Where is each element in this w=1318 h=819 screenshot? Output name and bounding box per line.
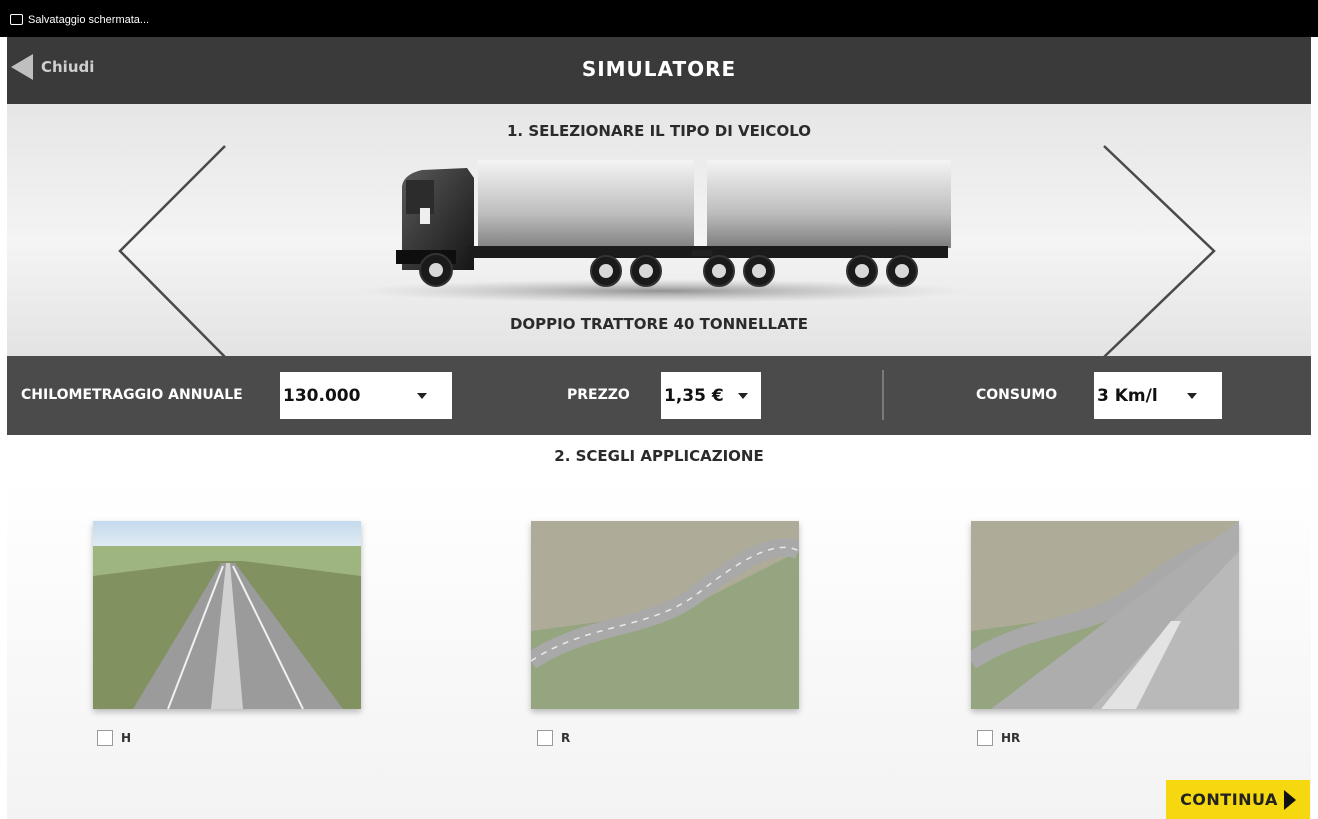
- option-h-label: H: [121, 731, 132, 745]
- checkbox-h[interactable]: [97, 730, 113, 746]
- application-options: H R HR: [7, 477, 1311, 819]
- mileage-value: 130.000: [283, 385, 361, 406]
- chevron-down-icon: [417, 393, 427, 399]
- option-hr-label: HR: [1001, 731, 1021, 745]
- price-label: PREZZO: [567, 387, 630, 403]
- continue-button[interactable]: CONTINUA: [1166, 780, 1310, 819]
- option-hr[interactable]: HR: [977, 730, 1020, 746]
- continue-label: CONTINUA: [1180, 790, 1278, 809]
- status-bar: Salvataggio schermata...: [0, 0, 1318, 37]
- application-step-title: 2. SCEGLI APPLICAZIONE: [554, 447, 764, 465]
- vehicle-step-title: 1. SELEZIONARE IL TIPO DI VEICOLO: [507, 122, 811, 140]
- option-r-label: R: [561, 731, 571, 745]
- vehicle-name: DOPPIO TRATTORE 40 TONNELLATE: [509, 315, 809, 333]
- checkbox-hr[interactable]: [977, 730, 993, 746]
- option-h[interactable]: H: [97, 730, 131, 746]
- parameters-bar: CHILOMETRAGGIO ANNUALE 130.000 PREZZO 1,…: [7, 356, 1311, 435]
- option-r[interactable]: R: [537, 730, 570, 746]
- mixed-road-image[interactable]: [971, 521, 1239, 709]
- truck-image: [362, 160, 967, 303]
- divider: [882, 370, 884, 420]
- price-value: 1,35 €: [664, 385, 724, 406]
- consumption-dropdown[interactable]: 3 Km/l: [1094, 372, 1222, 419]
- mileage-dropdown[interactable]: 130.000: [280, 372, 452, 419]
- highway-image[interactable]: [93, 521, 361, 709]
- mileage-label: CHILOMETRAGGIO ANNUALE: [21, 387, 243, 403]
- screenshot-icon: [10, 14, 23, 25]
- vehicle-selector: 1. SELEZIONARE IL TIPO DI VEICOLO DOPPIO…: [7, 104, 1311, 358]
- play-arrow-icon: [1283, 789, 1296, 810]
- chevron-down-icon: [1187, 393, 1197, 399]
- chevron-down-icon: [738, 393, 748, 399]
- page-title: SIMULATORE: [581, 57, 737, 81]
- header-bar: Chiudi SIMULATORE: [7, 37, 1311, 104]
- mountain-road-image[interactable]: [531, 521, 799, 709]
- price-dropdown[interactable]: 1,35 €: [661, 372, 761, 419]
- status-notification: Salvataggio schermata...: [28, 14, 150, 26]
- checkbox-r[interactable]: [537, 730, 553, 746]
- consumption-label: CONSUMO: [976, 387, 1058, 403]
- consumption-value: 3 Km/l: [1097, 385, 1158, 406]
- app-window: Chiudi SIMULATORE 1. SELEZIONARE IL TIPO…: [7, 37, 1311, 819]
